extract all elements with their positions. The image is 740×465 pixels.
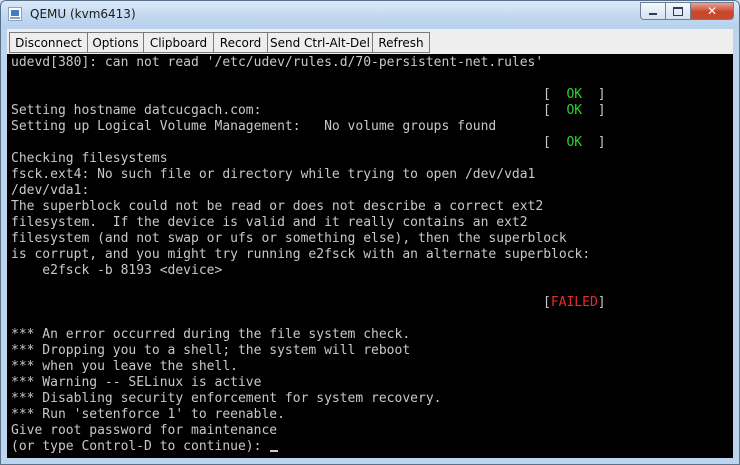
console-line: Setting hostname datcucgach.com:: [11, 103, 262, 118]
close-icon: ✕: [706, 4, 718, 18]
console-line: *** when you leave the shell.: [11, 359, 238, 374]
console-line: /dev/vda1:: [11, 183, 90, 198]
record-button[interactable]: Record: [213, 32, 268, 53]
console-line: e2fsck -b 8193 <device>: [11, 263, 223, 278]
clipboard-button[interactable]: Clipboard: [143, 32, 214, 53]
window-controls: ✕: [640, 2, 734, 21]
status-failed: [FAILED]: [543, 295, 606, 310]
refresh-button[interactable]: Refresh: [372, 32, 430, 53]
console-line: Give root password for maintenance: [11, 423, 278, 438]
prompt-line[interactable]: (or type Control-D to continue):: [11, 439, 279, 455]
vnc-console[interactable]: udevd[380]: can not read '/etc/udev/rule…: [7, 54, 733, 458]
options-button[interactable]: Options: [87, 32, 144, 53]
prompt-text: (or type Control-D to continue):: [11, 439, 270, 454]
console-line: filesystem (and not swap or ufs or somet…: [11, 231, 567, 246]
disconnect-button[interactable]: Disconnect: [9, 32, 88, 53]
status-ok: [ OK ]: [543, 103, 606, 118]
maximize-button[interactable]: [666, 2, 691, 20]
console-line: *** Warning -- SELinux is active: [11, 375, 262, 390]
status-ok: [ OK ]: [543, 135, 606, 150]
console-line: udevd[380]: can not read '/etc/udev/rule…: [11, 55, 544, 70]
console-line: Setting up Logical Volume Management: No…: [11, 119, 497, 134]
console-line: Checking filesystems: [11, 151, 168, 166]
toolbar: Disconnect Options Clipboard Record Send…: [7, 29, 733, 57]
maximize-icon: [673, 6, 683, 16]
console-line: is corrupt, and you might try running e2…: [11, 247, 591, 262]
console-line: The superblock could not be read or does…: [11, 199, 544, 214]
console-line: *** Disabling security enforcement for s…: [11, 391, 442, 406]
text-cursor: [270, 450, 279, 452]
console-line: *** An error occurred during the file sy…: [11, 327, 411, 342]
window-title: QEMU (kvm6413): [30, 7, 136, 21]
close-button[interactable]: ✕: [691, 2, 734, 20]
qemu-window: QEMU (kvm6413) ✕ Disconnect Options Clip…: [0, 0, 740, 465]
console-line: fsck.ext4: No such file or directory whi…: [11, 167, 536, 182]
minimize-button[interactable]: [640, 2, 666, 20]
console-line: *** Dropping you to a shell; the system …: [11, 343, 411, 358]
console-line: filesystem. If the device is valid and i…: [11, 215, 528, 230]
app-icon: [8, 7, 22, 21]
status-ok: [ OK ]: [543, 87, 606, 102]
console-line: *** Run 'setenforce 1' to reenable.: [11, 407, 285, 422]
minimize-icon: [649, 13, 657, 15]
send-ctrl-alt-del-button[interactable]: Send Ctrl-Alt-Del: [267, 32, 373, 53]
title-bar[interactable]: QEMU (kvm6413) ✕: [1, 1, 739, 29]
